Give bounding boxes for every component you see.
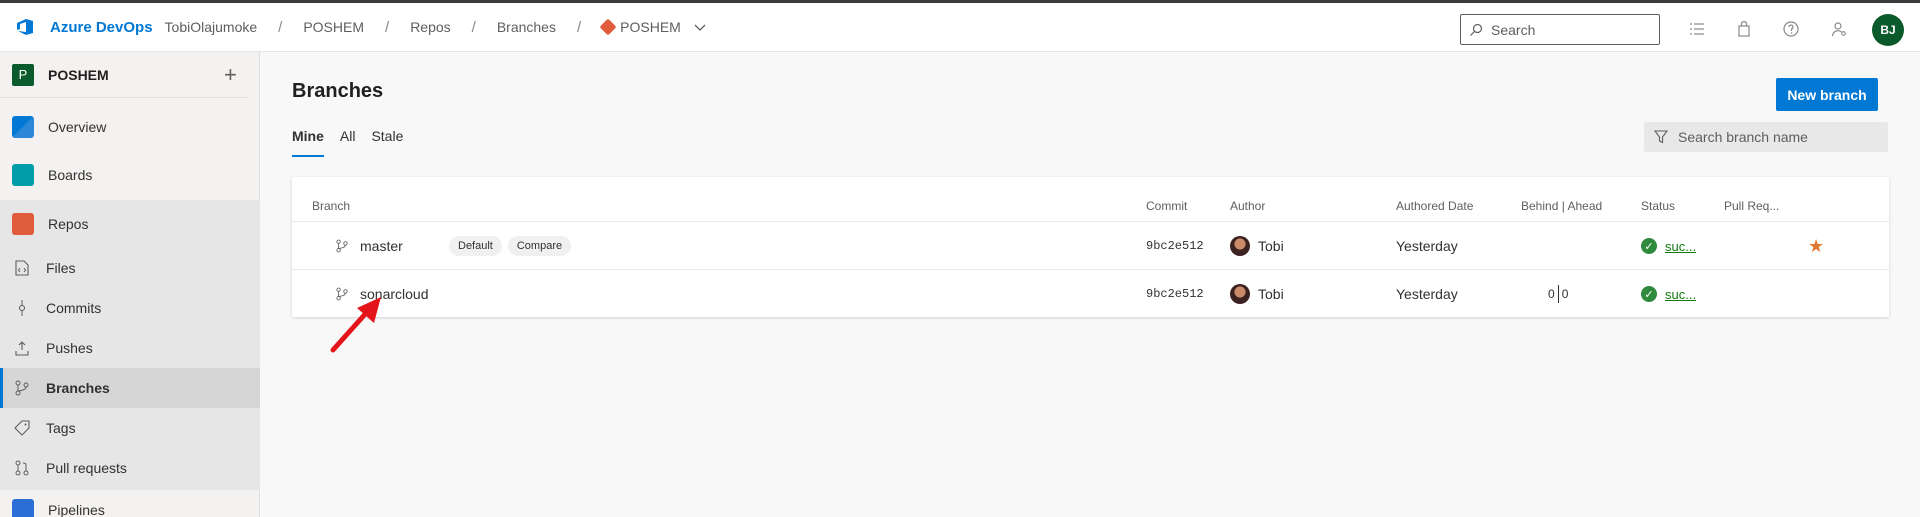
breadcrumb-org[interactable]: TobiOlajumoke (165, 19, 258, 35)
commit-id[interactable]: 9bc2e512 (1146, 270, 1204, 318)
sidebar-item-boards[interactable]: Boards (0, 152, 260, 198)
column-header-status: Status (1641, 199, 1676, 213)
sidebar-item-pipelines[interactable]: Pipelines (0, 490, 260, 517)
repos-icon (12, 213, 34, 235)
branch-icon (14, 380, 30, 396)
sidebar-item-pushes[interactable]: Pushes (0, 328, 260, 368)
top-bar: Azure DevOps TobiOlajumoke / POSHEM / Re… (0, 0, 1920, 52)
authored-date: Yesterday (1396, 238, 1458, 254)
author-avatar (1230, 284, 1250, 304)
branch-name[interactable]: master (360, 222, 403, 270)
authored-date: Yesterday (1396, 286, 1458, 302)
main-content: Branches New branch Mine All Stale Searc… (261, 52, 1920, 517)
column-header-author: Author (1230, 199, 1266, 213)
project-badge: P (12, 63, 34, 86)
annotation-arrow-icon (330, 297, 381, 353)
azure-devops-logo-icon[interactable] (14, 16, 36, 38)
sidebar-item-pull-requests[interactable]: Pull requests (0, 448, 260, 488)
file-code-icon (14, 260, 30, 276)
sidebar-item-branches[interactable]: Branches (0, 368, 260, 408)
new-branch-button[interactable]: New branch (1776, 78, 1878, 111)
author-avatar (1230, 236, 1250, 256)
brand-name[interactable]: Azure DevOps (50, 19, 153, 36)
help-icon[interactable] (1782, 20, 1800, 38)
shopping-bag-icon[interactable] (1735, 20, 1753, 38)
sidebar-item-overview[interactable]: Overview (0, 104, 260, 150)
project-name: POSHEM (48, 66, 109, 83)
tab-stale[interactable]: Stale (371, 128, 403, 157)
column-header-commit: Commit (1146, 199, 1188, 213)
tab-mine[interactable]: Mine (292, 128, 324, 157)
overview-icon (12, 116, 34, 138)
column-header-pull-requests: Pull Req... (1724, 199, 1780, 213)
status-link[interactable]: suc... (1665, 239, 1696, 254)
branches-table: Branch Commit Author Authored Date Behin… (292, 177, 1889, 317)
commit-id[interactable]: 9bc2e512 (1146, 222, 1204, 270)
sidebar-item-tags[interactable]: Tags (0, 408, 260, 448)
table-row[interactable]: sonarcloud 9bc2e512 Tobi Yesterday 0 0 ✓… (292, 269, 1889, 317)
commit-icon (14, 300, 30, 316)
repo-name: POSHEM (620, 19, 681, 35)
project-header[interactable]: P POSHEM (0, 52, 249, 98)
user-avatar[interactable]: BJ (1872, 14, 1904, 46)
pull-request-icon (14, 460, 30, 476)
branch-search-input[interactable]: Search branch name (1644, 122, 1888, 152)
global-search-input[interactable]: Search (1460, 14, 1660, 45)
branch-icon (336, 239, 348, 253)
git-repo-icon (599, 18, 617, 36)
behind-ahead-divider (1557, 285, 1559, 303)
user-settings-icon[interactable] (1830, 20, 1848, 38)
success-check-icon: ✓ (1641, 286, 1657, 302)
pipelines-icon (12, 499, 34, 517)
sidebar: P POSHEM + Overview Boards Repos Files C… (0, 52, 260, 517)
compare-badge[interactable]: Compare (507, 236, 572, 256)
sidebar-item-commits[interactable]: Commits (0, 288, 260, 328)
page-title: Branches (292, 80, 384, 102)
breadcrumb-project[interactable]: POSHEM (303, 19, 364, 35)
status-link[interactable]: suc... (1665, 287, 1696, 302)
tab-all[interactable]: All (340, 128, 356, 157)
column-header-authored-date: Authored Date (1396, 199, 1474, 213)
ahead-count: 0 (1561, 287, 1569, 301)
branch-tabs: Mine All Stale (292, 128, 403, 157)
list-settings-icon[interactable] (1688, 20, 1706, 38)
breadcrumb-repos[interactable]: Repos (410, 19, 450, 35)
favorite-star-icon[interactable]: ★ (1808, 236, 1824, 257)
sidebar-item-repos[interactable]: Repos (0, 200, 260, 248)
column-header-behind-ahead: Behind | Ahead (1521, 199, 1603, 213)
chevron-down-icon (694, 24, 706, 31)
default-badge: Default (449, 236, 502, 256)
add-icon[interactable]: + (224, 62, 237, 88)
boards-icon (12, 164, 34, 186)
author-name: Tobi (1258, 286, 1284, 302)
push-icon (14, 340, 30, 356)
column-header-branch: Branch (312, 199, 351, 213)
author-name: Tobi (1258, 238, 1284, 254)
table-row[interactable]: master Default Compare 9bc2e512 Tobi Yes… (292, 221, 1889, 269)
success-check-icon: ✓ (1641, 238, 1657, 254)
search-icon (1470, 23, 1483, 36)
behind-ahead[interactable]: 0 0 (1548, 270, 1568, 318)
filter-icon (1654, 130, 1668, 144)
sidebar-item-files[interactable]: Files (0, 248, 260, 288)
breadcrumb-branches[interactable]: Branches (497, 19, 556, 35)
repo-selector[interactable]: POSHEM (599, 18, 707, 36)
tag-icon (14, 420, 30, 436)
behind-count: 0 (1548, 287, 1555, 301)
